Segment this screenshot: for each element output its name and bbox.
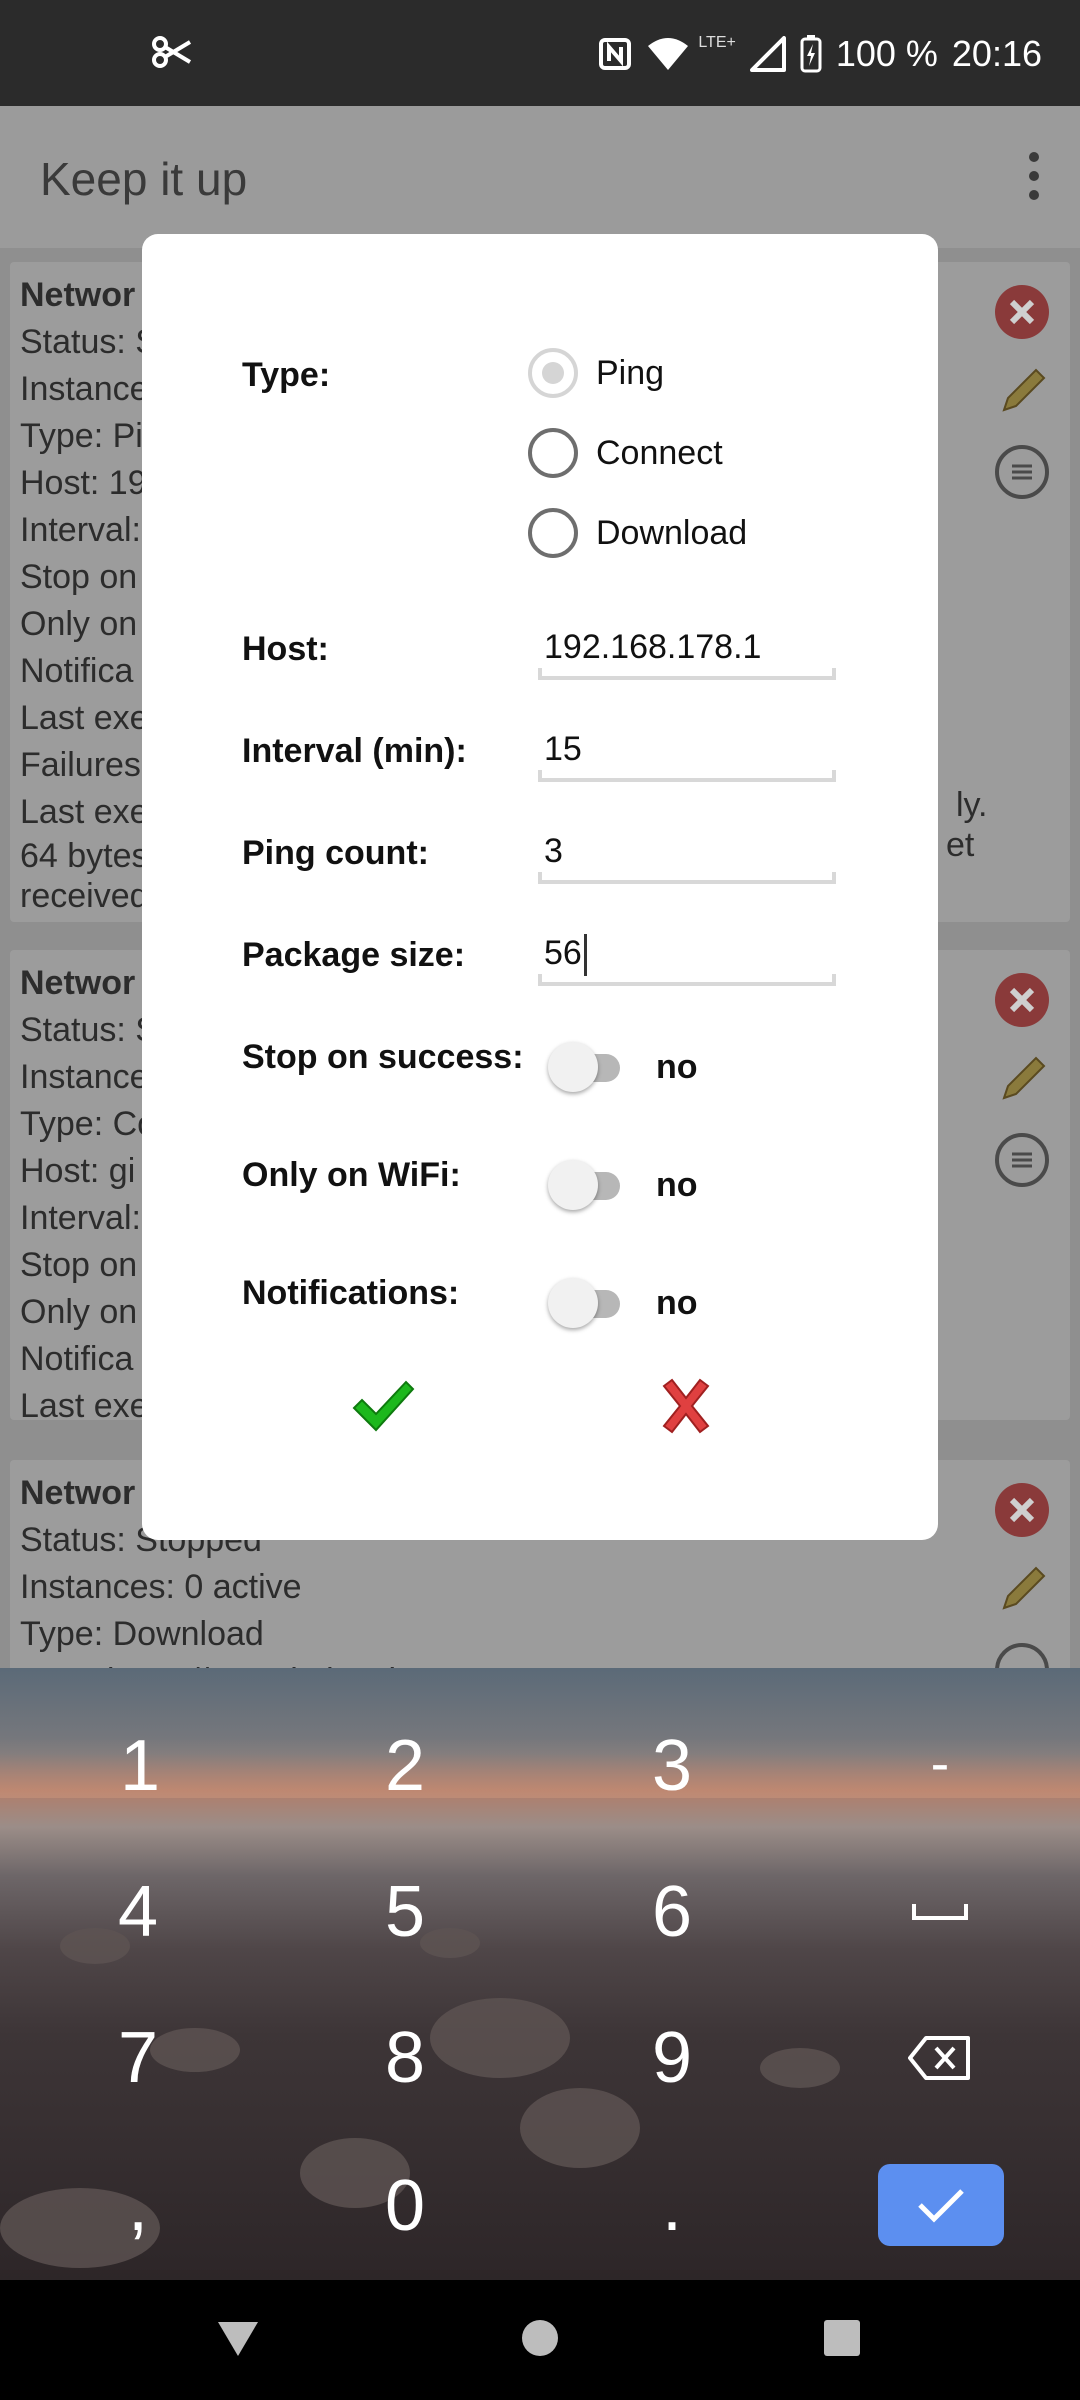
key-9[interactable]: 9 (582, 1998, 762, 2118)
overflow-menu-icon[interactable] (1024, 150, 1044, 202)
delete-icon[interactable] (992, 282, 1052, 342)
interval-value: 15 (544, 730, 582, 768)
card-line-tail: ly. (956, 786, 988, 824)
key-5[interactable]: 5 (315, 1852, 495, 1972)
key-7[interactable]: 7 (48, 1998, 228, 2118)
signal-icon (749, 36, 786, 72)
check-icon (918, 2189, 964, 2223)
interval-input[interactable]: 15 (538, 726, 836, 782)
key-comma[interactable]: , (48, 2146, 228, 2266)
radio-button-checked[interactable] (528, 348, 578, 398)
key-2[interactable]: 2 (315, 1706, 495, 1826)
key-space[interactable] (850, 1852, 1030, 1972)
interval-label: Interval (min): (242, 732, 467, 770)
card-line: Instances: 0 active (20, 1568, 302, 1606)
key-8[interactable]: 8 (315, 1998, 495, 2118)
radio-button[interactable] (528, 428, 578, 478)
notifications-value: no (656, 1284, 698, 1322)
home-icon[interactable] (520, 2318, 560, 2358)
key-backspace[interactable] (850, 1998, 1030, 2118)
key-1[interactable]: 1 (50, 1706, 230, 1826)
key-period[interactable]: . (582, 2146, 762, 2266)
notifications-label: Notifications: (242, 1274, 460, 1312)
backspace-icon (908, 2036, 970, 2080)
ping-count-label: Ping count: (242, 834, 429, 872)
wifi-icon (648, 38, 689, 70)
edit-pencil-icon[interactable] (992, 1560, 1052, 1620)
radio-download-label: Download (596, 513, 748, 552)
radio-ping[interactable]: Ping (528, 348, 664, 398)
package-size-value: 56 (544, 934, 582, 972)
log-icon[interactable] (992, 442, 1052, 502)
confirm-check-icon[interactable] (350, 1376, 416, 1436)
host-value: 192.168.178.1 (544, 628, 762, 666)
back-icon[interactable] (216, 2318, 260, 2358)
network-type-label: LTE+ (698, 34, 736, 51)
input-underline (538, 872, 836, 884)
card-line-tail: et (946, 826, 975, 864)
status-bar: LTE+ 100 % 20:16 (0, 0, 1080, 106)
ping-count-input[interactable]: 3 (538, 828, 836, 884)
key-minus[interactable]: - (850, 1702, 1030, 1822)
log-icon[interactable] (992, 1130, 1052, 1190)
edit-pencil-icon[interactable] (992, 1050, 1052, 1110)
card-line: Type: Download (20, 1615, 264, 1653)
input-underline (538, 974, 836, 986)
radio-button[interactable] (528, 508, 578, 558)
key-0[interactable]: 0 (315, 2146, 495, 2266)
stop-on-success-label: Stop on success: (242, 1038, 524, 1076)
radio-download[interactable]: Download (528, 508, 747, 558)
edit-task-dialog: Type: Ping Connect Download Host: 192.16… (142, 234, 938, 1540)
text-cursor (584, 934, 587, 976)
app-title: Keep it up (40, 153, 248, 205)
switch-thumb[interactable] (548, 1042, 598, 1092)
scissors-icon (152, 36, 192, 68)
clock: 20:16 (951, 33, 1042, 74)
key-4[interactable]: 4 (48, 1852, 228, 1972)
ping-count-value: 3 (544, 832, 563, 870)
notifications-switch[interactable] (548, 1278, 628, 1328)
radio-ping-label: Ping (596, 353, 665, 392)
type-label: Type: (242, 356, 331, 394)
switch-thumb[interactable] (548, 1278, 598, 1328)
radio-connect-label: Connect (596, 433, 723, 472)
nfc-icon (599, 38, 632, 70)
card-line: URL: https://www.bcicopl... (10, 1658, 1070, 1668)
input-underline (538, 668, 836, 680)
stop-on-success-value: no (656, 1048, 698, 1086)
key-6[interactable]: 6 (582, 1852, 762, 1972)
stop-on-success-switch[interactable] (548, 1042, 628, 1092)
delete-icon[interactable] (992, 1480, 1052, 1540)
edit-pencil-icon[interactable] (992, 362, 1052, 422)
delete-icon[interactable] (992, 970, 1052, 1030)
numeric-keyboard: 1 2 3 - 4 5 6 7 8 9 , 0 . (0, 1668, 1080, 2280)
log-icon[interactable] (992, 1640, 1052, 1668)
host-label: Host: (242, 630, 329, 668)
space-icon (912, 1904, 968, 1920)
battery-percent: 100 % (835, 33, 938, 74)
wallpaper-rock (760, 2048, 840, 2088)
package-size-label: Package size: (242, 936, 466, 974)
cancel-x-icon[interactable] (660, 1378, 712, 1434)
only-on-wifi-label: Only on WiFi: (242, 1156, 461, 1194)
keyboard-done-button[interactable] (878, 2164, 1004, 2246)
radio-connect[interactable]: Connect (528, 428, 723, 478)
input-underline (538, 770, 836, 782)
key-3[interactable]: 3 (582, 1706, 762, 1826)
package-size-input[interactable]: 56 (538, 930, 836, 986)
only-on-wifi-value: no (656, 1166, 698, 1204)
battery-charging-icon (800, 35, 822, 73)
app-bar: Keep it up (0, 106, 1080, 248)
navigation-bar (0, 2280, 1080, 2400)
switch-thumb[interactable] (548, 1160, 598, 1210)
only-on-wifi-switch[interactable] (548, 1160, 628, 1210)
host-input[interactable]: 192.168.178.1 (538, 624, 836, 680)
recents-icon[interactable] (822, 2318, 862, 2358)
